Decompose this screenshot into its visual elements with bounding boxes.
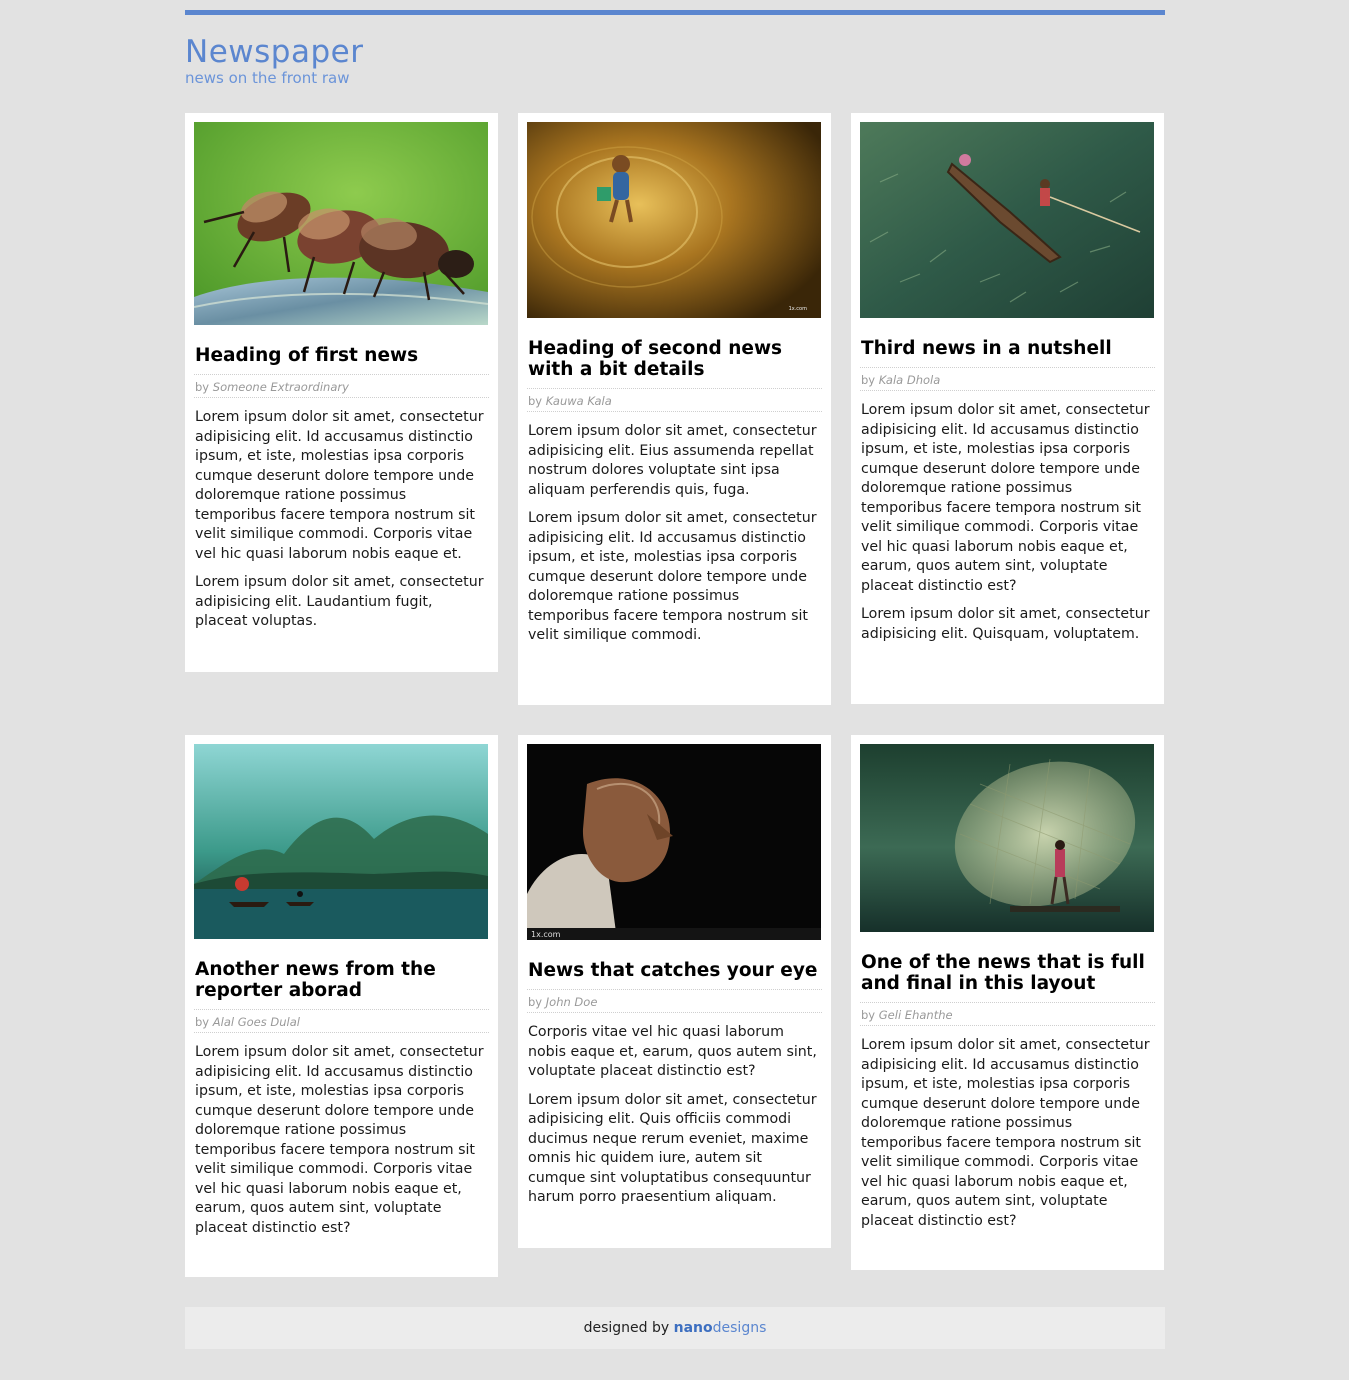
footer-brand-link[interactable]: nanodesigns <box>674 1320 767 1336</box>
news-paragraph: Lorem ipsum dolor sit amet, consectetur … <box>528 1091 817 1206</box>
news-image-5[interactable]: 1x.com <box>527 744 821 940</box>
page-footer: designed by nanodesigns <box>185 1307 1165 1349</box>
byline-prefix: by <box>861 1008 876 1022</box>
news-card-2: 1x.com Heading of second news with a bit… <box>518 113 831 705</box>
news-author[interactable]: Geli Ehanthe <box>879 1008 953 1022</box>
news-byline: by Kala Dhola <box>860 367 1155 391</box>
byline-prefix: by <box>195 380 210 394</box>
news-image-6[interactable] <box>860 744 1154 932</box>
news-author[interactable]: Kala Dhola <box>879 373 941 387</box>
news-byline: by John Doe <box>527 989 822 1013</box>
footer-brand-designs: designs <box>712 1320 767 1336</box>
byline-prefix: by <box>195 1015 210 1029</box>
news-byline: by Someone Extraordinary <box>194 374 489 398</box>
news-card-3: Third news in a nutshell by Kala Dhola L… <box>851 113 1164 704</box>
news-image-2[interactable]: 1x.com <box>527 122 821 318</box>
news-card-1: Heading of first news by Someone Extraor… <box>185 113 498 672</box>
news-card-6: One of the news that is full and final i… <box>851 735 1164 1270</box>
site-subtitle: news on the front raw <box>185 69 350 87</box>
news-paragraph: Lorem ipsum dolor sit amet, consectetur … <box>195 409 484 562</box>
byline-prefix: by <box>861 373 876 387</box>
news-paragraph: Lorem ipsum dolor sit amet, consectetur … <box>861 402 1150 594</box>
news-heading[interactable]: News that catches your eye <box>527 940 822 989</box>
news-author[interactable]: Alal Goes Dulal <box>213 1015 300 1029</box>
masthead: Newspaper news on the front raw <box>185 15 1165 87</box>
footer-credit: designed by <box>583 1320 670 1336</box>
byline-prefix: by <box>528 394 543 408</box>
news-paragraph: Lorem ipsum dolor sit amet, consectetur … <box>195 1044 484 1236</box>
news-heading[interactable]: Third news in a nutshell <box>860 318 1155 367</box>
news-card-5: 1x.com News that catches your eye by Joh… <box>518 735 831 1248</box>
news-author[interactable]: John Doe <box>546 995 598 1009</box>
news-author[interactable]: Someone Extraordinary <box>213 380 349 394</box>
svg-text:1x.com: 1x.com <box>531 930 561 939</box>
news-paragraph: Lorem ipsum dolor sit amet, consectetur … <box>528 510 817 643</box>
news-paragraph: Lorem ipsum dolor sit amet, consectetur … <box>528 423 817 498</box>
news-paragraph: Lorem ipsum dolor sit amet, consectetur … <box>861 606 1150 642</box>
news-byline: by Kauwa Kala <box>527 388 822 412</box>
byline-prefix: by <box>528 995 543 1009</box>
news-heading[interactable]: Heading of second news with a bit detail… <box>527 318 822 388</box>
news-paragraph: Lorem ipsum dolor sit amet, consectetur … <box>195 574 484 629</box>
news-author[interactable]: Kauwa Kala <box>546 394 612 408</box>
news-heading[interactable]: One of the news that is full and final i… <box>860 932 1155 1002</box>
news-card-4: Another news from the reporter aborad by… <box>185 735 498 1277</box>
site-title[interactable]: Newspaper <box>185 35 1165 69</box>
news-image-1[interactable] <box>194 122 488 325</box>
footer-brand-nano: nano <box>673 1320 713 1336</box>
news-image-4[interactable] <box>194 744 488 939</box>
news-heading[interactable]: Another news from the reporter aborad <box>194 939 489 1009</box>
news-image-3[interactable] <box>860 122 1154 318</box>
svg-text:1x.com: 1x.com <box>789 306 808 312</box>
news-paragraph: Corporis vitae vel hic quasi laborum nob… <box>528 1024 817 1079</box>
news-byline: by Geli Ehanthe <box>860 1002 1155 1026</box>
news-paragraph: Lorem ipsum dolor sit amet, consectetur … <box>861 1037 1150 1229</box>
news-heading[interactable]: Heading of first news <box>194 325 489 374</box>
page-container: Newspaper news on the front raw Heading … <box>185 10 1165 1349</box>
news-byline: by Alal Goes Dulal <box>194 1009 489 1033</box>
